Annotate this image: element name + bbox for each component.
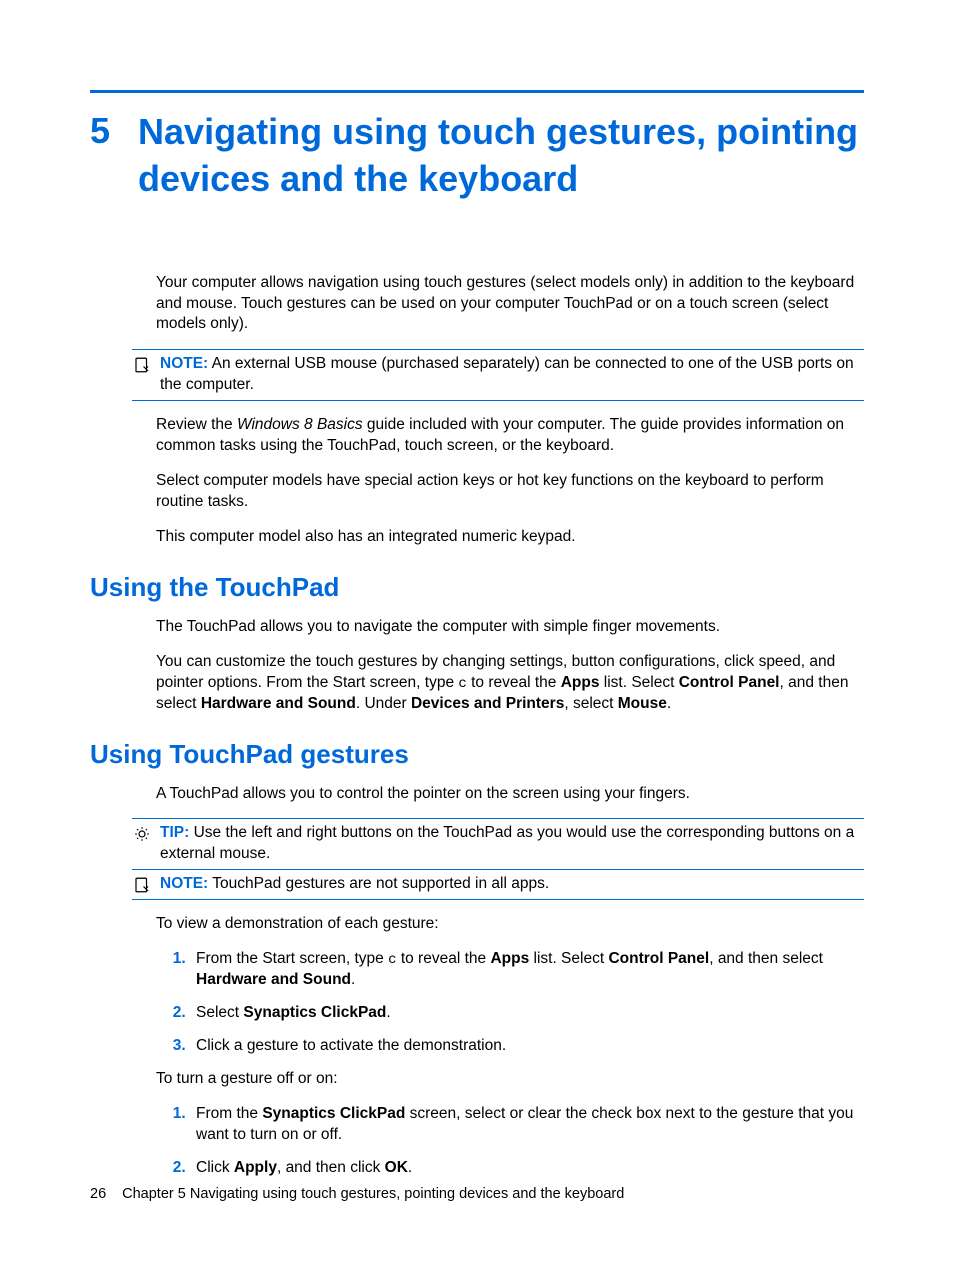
ui-term: Hardware and Sound — [196, 971, 351, 988]
note-text: An external USB mouse (purchased separat… — [160, 355, 854, 393]
intro-paragraph-3: Select computer models have special acti… — [156, 471, 864, 513]
text: . — [667, 695, 671, 712]
text: to reveal the — [467, 674, 561, 691]
text: , and then select — [709, 950, 823, 967]
note-icon — [132, 874, 152, 894]
ui-term: Synaptics ClickPad — [262, 1105, 405, 1122]
tip-body: TIP: Use the left and right buttons on t… — [158, 823, 864, 865]
text: From the Start screen, type — [196, 950, 388, 967]
gestures-paragraph-1: A TouchPad allows you to control the poi… — [156, 784, 864, 805]
tip-label: TIP: — [160, 824, 189, 841]
key-char: c — [388, 952, 396, 968]
note-callout-2: NOTE: TouchPad gestures are not supporte… — [132, 870, 864, 900]
text: Review the — [156, 416, 237, 433]
note-text: TouchPad gestures are not supported in a… — [212, 875, 549, 892]
ui-term: Mouse — [618, 695, 667, 712]
text: . Under — [356, 695, 411, 712]
chapter-heading: 5 Navigating using touch gestures, point… — [90, 109, 864, 203]
text: Click — [196, 1159, 234, 1176]
chapter-title: Navigating using touch gestures, pointin… — [138, 109, 864, 203]
list-item: From the Synaptics ClickPad screen, sele… — [190, 1104, 864, 1146]
footer-text: Chapter 5 Navigating using touch gesture… — [122, 1186, 624, 1202]
list-item: Click Apply, and then click OK. — [190, 1158, 864, 1179]
demo-intro: To view a demonstration of each gesture: — [156, 914, 864, 935]
toggle-intro: To turn a gesture off or on: — [156, 1069, 864, 1090]
demo-steps: From the Start screen, type c to reveal … — [156, 949, 864, 1057]
ui-term: Control Panel — [608, 950, 709, 967]
list-item: From the Start screen, type c to reveal … — [190, 949, 864, 991]
intro-paragraph-4: This computer model also has an integrat… — [156, 527, 864, 548]
text: list. Select — [529, 950, 608, 967]
toggle-steps: From the Synaptics ClickPad screen, sele… — [156, 1104, 864, 1179]
ui-term: Control Panel — [679, 674, 780, 691]
touchpad-paragraph-1: The TouchPad allows you to navigate the … — [156, 617, 864, 638]
ui-term: Apps — [561, 674, 600, 691]
text: Select — [196, 1004, 243, 1021]
guide-name: Windows 8 Basics — [237, 416, 363, 433]
text: . — [386, 1004, 390, 1021]
page-footer: 26 Chapter 5 Navigating using touch gestu… — [90, 1186, 624, 1202]
note-label: NOTE: — [160, 875, 208, 892]
text: , and then click — [277, 1159, 385, 1176]
intro-paragraph-2: Review the Windows 8 Basics guide includ… — [156, 415, 864, 457]
note-body: NOTE: TouchPad gestures are not supporte… — [158, 874, 864, 895]
ui-term: Devices and Printers — [411, 695, 564, 712]
text: From the — [196, 1105, 262, 1122]
intro-paragraph-1: Your computer allows navigation using to… — [156, 273, 864, 336]
tip-text: Use the left and right buttons on the To… — [160, 824, 854, 862]
text: , select — [564, 695, 617, 712]
text: . — [351, 971, 355, 988]
section-heading-gestures: Using TouchPad gestures — [90, 739, 864, 770]
ui-term: Hardware and Sound — [201, 695, 356, 712]
ui-term: OK — [385, 1159, 408, 1176]
note-label: NOTE: — [160, 355, 208, 372]
note-callout: NOTE: An external USB mouse (purchased s… — [132, 349, 864, 401]
key-char: c — [458, 676, 466, 692]
section-heading-touchpad: Using the TouchPad — [90, 572, 864, 603]
tip-icon — [132, 823, 152, 843]
ui-term: Synaptics ClickPad — [243, 1004, 386, 1021]
list-item: Click a gesture to activate the demonstr… — [190, 1036, 864, 1057]
text: to reveal the — [397, 950, 491, 967]
text: list. Select — [599, 674, 678, 691]
list-item: Select Synaptics ClickPad. — [190, 1003, 864, 1024]
note-icon — [132, 354, 152, 374]
page-number: 26 — [90, 1186, 106, 1202]
text: . — [408, 1159, 412, 1176]
chapter-top-rule — [90, 90, 864, 93]
ui-term: Apply — [234, 1159, 277, 1176]
ui-term: Apps — [490, 950, 529, 967]
touchpad-paragraph-2: You can customize the touch gestures by … — [156, 652, 864, 715]
note-body: NOTE: An external USB mouse (purchased s… — [158, 354, 864, 396]
tip-callout: TIP: Use the left and right buttons on t… — [132, 818, 864, 870]
chapter-number: 5 — [90, 109, 110, 152]
